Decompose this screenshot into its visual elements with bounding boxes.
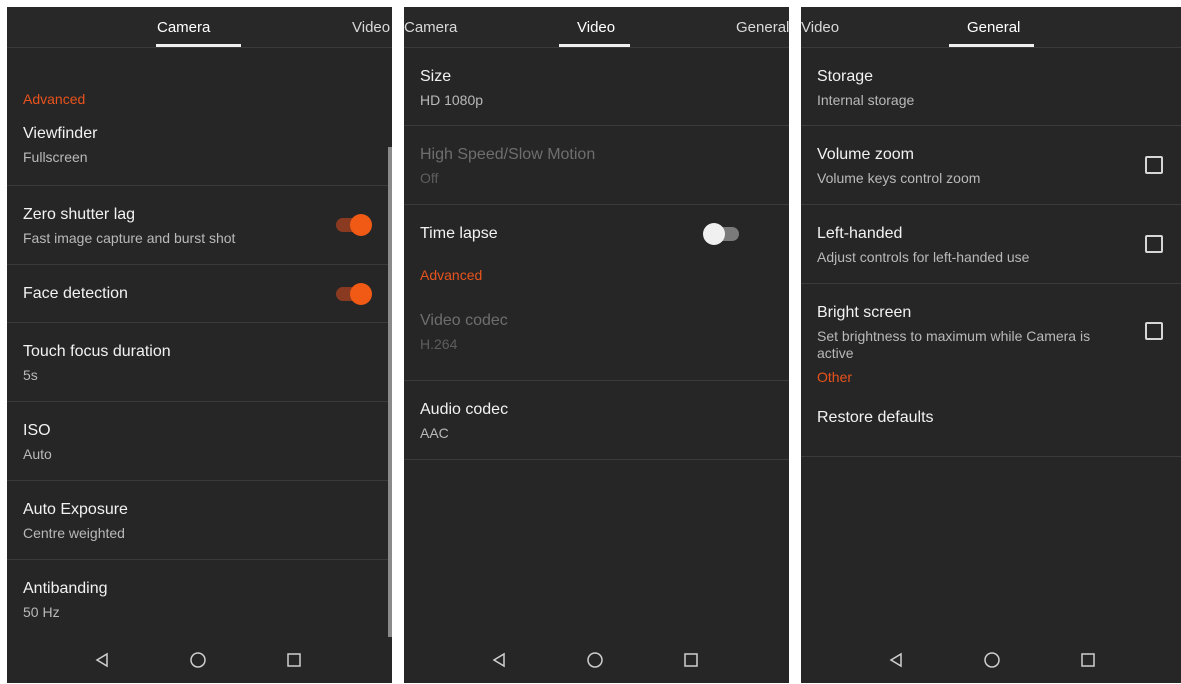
tab-video[interactable]: Video bbox=[801, 19, 839, 36]
setting-high-speed-slow-motion: High Speed/Slow Motion Off bbox=[404, 126, 789, 205]
general-settings-panel: Video General Storage Internal storage V… bbox=[801, 7, 1181, 683]
left-handed-checkbox[interactable] bbox=[1145, 235, 1163, 253]
setting-bright-screen[interactable]: Bright screen Set brightness to maximum … bbox=[801, 284, 1181, 379]
tab-video[interactable]: Video bbox=[577, 19, 615, 36]
tab-bar: Camera Video General bbox=[404, 7, 789, 48]
home-icon[interactable] bbox=[981, 649, 1003, 671]
navigation-bar bbox=[404, 637, 789, 683]
time-lapse-toggle[interactable] bbox=[703, 223, 741, 245]
setting-touch-focus-duration[interactable]: Touch focus duration 5s bbox=[7, 323, 392, 402]
setting-auto-exposure[interactable]: Auto Exposure Centre weighted bbox=[7, 481, 392, 560]
setting-size[interactable]: Size HD 1080p bbox=[404, 48, 789, 126]
volume-zoom-checkbox[interactable] bbox=[1145, 156, 1163, 174]
active-tab-indicator bbox=[156, 44, 241, 47]
active-tab-indicator bbox=[949, 44, 1034, 47]
video-settings-panel: Camera Video General Size HD 1080p High … bbox=[404, 7, 789, 683]
setting-face-detection[interactable]: Face detection bbox=[7, 265, 392, 323]
home-icon[interactable] bbox=[584, 649, 606, 671]
bright-screen-checkbox[interactable] bbox=[1145, 322, 1163, 340]
tab-camera[interactable]: Camera bbox=[157, 19, 210, 36]
back-icon[interactable] bbox=[885, 649, 907, 671]
recents-icon[interactable] bbox=[283, 649, 305, 671]
tab-general[interactable]: General bbox=[736, 19, 789, 36]
face-detection-toggle[interactable] bbox=[336, 283, 372, 305]
active-tab-indicator bbox=[559, 44, 630, 47]
zero-shutter-lag-toggle[interactable] bbox=[336, 214, 372, 236]
section-header-other: Other bbox=[817, 369, 853, 385]
section-header-advanced: Advanced bbox=[23, 91, 86, 107]
setting-audio-codec[interactable]: Audio codec AAC bbox=[404, 381, 789, 460]
tab-camera[interactable]: Camera bbox=[404, 19, 457, 36]
setting-video-codec: Video codec H.264 bbox=[404, 284, 789, 381]
tab-video[interactable]: Video bbox=[352, 19, 390, 36]
settings-list: Size HD 1080p High Speed/Slow Motion Off… bbox=[404, 48, 789, 460]
navigation-bar bbox=[801, 637, 1181, 683]
setting-time-lapse[interactable]: Time lapse bbox=[404, 205, 789, 262]
tab-bar: Video General bbox=[801, 7, 1181, 48]
recents-icon[interactable] bbox=[1077, 649, 1099, 671]
setting-left-handed[interactable]: Left-handed Adjust controls for left-han… bbox=[801, 205, 1181, 284]
tab-bar: Camera Video bbox=[7, 7, 392, 48]
setting-antibanding[interactable]: Antibanding 50 Hz bbox=[7, 560, 392, 638]
setting-viewfinder[interactable]: Viewfinder Fullscreen bbox=[7, 85, 392, 186]
home-icon[interactable] bbox=[187, 649, 209, 671]
setting-iso[interactable]: ISO Auto bbox=[7, 402, 392, 481]
setting-storage[interactable]: Storage Internal storage bbox=[801, 48, 1181, 126]
section-header-advanced: Advanced bbox=[420, 267, 483, 283]
tab-general[interactable]: General bbox=[967, 19, 1020, 36]
settings-list: Storage Internal storage Volume zoom Vol… bbox=[801, 48, 1181, 457]
navigation-bar bbox=[7, 637, 392, 683]
setting-volume-zoom[interactable]: Volume zoom Volume keys control zoom bbox=[801, 126, 1181, 205]
settings-list: Advanced Viewfinder Fullscreen Zero shut… bbox=[7, 48, 392, 638]
camera-settings-panel: Camera Video Advanced Viewfinder Fullscr… bbox=[7, 7, 392, 683]
setting-zero-shutter-lag[interactable]: Zero shutter lag Fast image capture and … bbox=[7, 186, 392, 265]
back-icon[interactable] bbox=[91, 649, 113, 671]
setting-restore-defaults[interactable]: Restore defaults bbox=[801, 397, 1181, 457]
scrollbar[interactable] bbox=[388, 147, 392, 637]
back-icon[interactable] bbox=[488, 649, 510, 671]
recents-icon[interactable] bbox=[680, 649, 702, 671]
